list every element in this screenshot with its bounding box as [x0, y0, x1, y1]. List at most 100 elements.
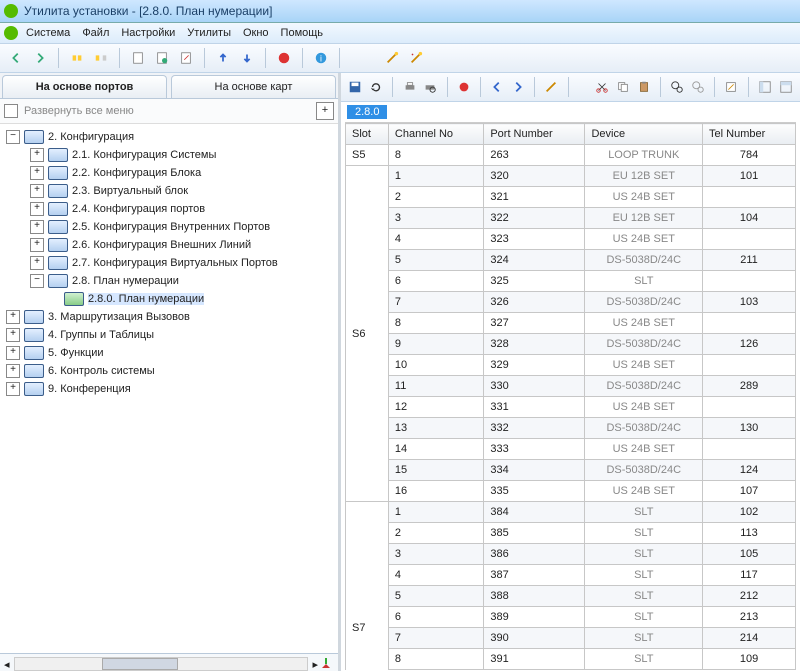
table-row[interactable]: 8327US 24B SET: [346, 313, 796, 334]
cell-ch[interactable]: 15: [388, 460, 483, 481]
cell-port[interactable]: 322: [484, 208, 585, 229]
cell-ch[interactable]: 7: [388, 292, 483, 313]
path-chip[interactable]: 2.8.0: [347, 105, 387, 119]
table-row[interactable]: 8391SLT109: [346, 649, 796, 670]
cell-tel[interactable]: 101: [703, 166, 796, 187]
cell-port[interactable]: 333: [484, 439, 585, 460]
table-row[interactable]: 5388SLT212: [346, 586, 796, 607]
scroll-left-icon[interactable]: ◂: [4, 658, 10, 671]
cell-tel[interactable]: 107: [703, 481, 796, 502]
wizard2-icon[interactable]: [406, 48, 426, 68]
layout2-icon[interactable]: [777, 77, 794, 97]
cell-tel[interactable]: 103: [703, 292, 796, 313]
cell-port[interactable]: 335: [484, 481, 585, 502]
cell-ch[interactable]: 2: [388, 523, 483, 544]
table-row[interactable]: 5324DS-5038D/24C211: [346, 250, 796, 271]
cell-device[interactable]: SLT: [585, 502, 703, 523]
table-row[interactable]: 7326DS-5038D/24C103: [346, 292, 796, 313]
cell-port[interactable]: 332: [484, 418, 585, 439]
cell-ch[interactable]: 1: [388, 166, 483, 187]
cell-tel[interactable]: 130: [703, 418, 796, 439]
table-row[interactable]: 9328DS-5038D/24C126: [346, 334, 796, 355]
copy-icon[interactable]: [615, 77, 632, 97]
table-row[interactable]: 2385SLT113: [346, 523, 796, 544]
cell-tel[interactable]: 113: [703, 523, 796, 544]
cell-port[interactable]: 325: [484, 271, 585, 292]
stop-icon[interactable]: [274, 48, 294, 68]
cell-ch[interactable]: 1: [388, 502, 483, 523]
cell-device[interactable]: DS-5038D/24C: [585, 376, 703, 397]
col-4[interactable]: Tel Number: [703, 124, 796, 145]
table-row[interactable]: 2321US 24B SET: [346, 187, 796, 208]
table-row[interactable]: 4323US 24B SET: [346, 229, 796, 250]
cell-tel[interactable]: 214: [703, 628, 796, 649]
doc2-icon[interactable]: [152, 48, 172, 68]
col-1[interactable]: Channel No: [388, 124, 483, 145]
menu-system[interactable]: Система: [26, 27, 70, 39]
table-row[interactable]: 9392SLT114: [346, 670, 796, 671]
cell-ch[interactable]: 6: [388, 607, 483, 628]
tree-node-2-1[interactable]: +2.1. Конфигурация Системы: [2, 146, 336, 164]
cell-tel[interactable]: 784: [703, 145, 796, 166]
cell-device[interactable]: SLT: [585, 565, 703, 586]
table-row[interactable]: 4387SLT117: [346, 565, 796, 586]
pin-icon[interactable]: [318, 656, 334, 671]
paste-icon[interactable]: [635, 77, 652, 97]
cell-port[interactable]: 389: [484, 607, 585, 628]
cell-tel[interactable]: 105: [703, 544, 796, 565]
cell-tel[interactable]: [703, 397, 796, 418]
cell-tel[interactable]: 289: [703, 376, 796, 397]
cell-ch[interactable]: 7: [388, 628, 483, 649]
table-row[interactable]: 6389SLT213: [346, 607, 796, 628]
menu-utilities[interactable]: Утилиты: [187, 27, 231, 39]
cell-tel[interactable]: 213: [703, 607, 796, 628]
cell-port[interactable]: 388: [484, 586, 585, 607]
cell-ch[interactable]: 3: [388, 208, 483, 229]
cell-device[interactable]: SLT: [585, 271, 703, 292]
connect-icon[interactable]: [67, 48, 87, 68]
layout1-icon[interactable]: [757, 77, 774, 97]
tree-node-2-4[interactable]: +2.4. Конфигурация портов: [2, 200, 336, 218]
cell-device[interactable]: US 24B SET: [585, 229, 703, 250]
cell-ch[interactable]: 9: [388, 334, 483, 355]
cell-port[interactable]: 331: [484, 397, 585, 418]
table-row[interactable]: 6325SLT: [346, 271, 796, 292]
prev-icon[interactable]: [489, 77, 506, 97]
col-2[interactable]: Port Number: [484, 124, 585, 145]
cell-port[interactable]: 320: [484, 166, 585, 187]
cell-port[interactable]: 387: [484, 565, 585, 586]
cell-slot[interactable]: S6: [346, 166, 389, 502]
cell-device[interactable]: SLT: [585, 649, 703, 670]
cell-ch[interactable]: 6: [388, 271, 483, 292]
cell-port[interactable]: 323: [484, 229, 585, 250]
cell-device[interactable]: SLT: [585, 523, 703, 544]
tab-cards[interactable]: На основе карт: [171, 75, 336, 98]
cell-tel[interactable]: [703, 439, 796, 460]
numbering-table[interactable]: SlotChannel NoPort NumberDeviceTel Numbe…: [345, 123, 796, 670]
wizard1-icon[interactable]: [382, 48, 402, 68]
print-preview-icon[interactable]: [422, 77, 439, 97]
cell-ch[interactable]: 13: [388, 418, 483, 439]
table-row[interactable]: 10329US 24B SET: [346, 355, 796, 376]
cell-device[interactable]: DS-5038D/24C: [585, 250, 703, 271]
cell-tel[interactable]: [703, 271, 796, 292]
cell-device[interactable]: US 24B SET: [585, 313, 703, 334]
tree-node-2-8-0[interactable]: 2.8.0. План нумерации: [2, 290, 336, 308]
hscrollbar[interactable]: [14, 657, 309, 671]
tree-node-2-3[interactable]: +2.3. Виртуальный блок: [2, 182, 336, 200]
cell-port[interactable]: 327: [484, 313, 585, 334]
cell-ch[interactable]: 5: [388, 250, 483, 271]
cell-ch[interactable]: 4: [388, 229, 483, 250]
cell-port[interactable]: 386: [484, 544, 585, 565]
cell-port[interactable]: 326: [484, 292, 585, 313]
cell-port[interactable]: 391: [484, 649, 585, 670]
cell-device[interactable]: EU 12B SET: [585, 208, 703, 229]
tab-ports[interactable]: На основе портов: [2, 75, 167, 98]
cell-tel[interactable]: 114: [703, 670, 796, 671]
cell-device[interactable]: SLT: [585, 544, 703, 565]
menu-file[interactable]: Файл: [82, 27, 109, 39]
cell-tel[interactable]: 102: [703, 502, 796, 523]
table-row[interactable]: 13332DS-5038D/24C130: [346, 418, 796, 439]
cell-slot[interactable]: S5: [346, 145, 389, 166]
cell-tel[interactable]: [703, 313, 796, 334]
